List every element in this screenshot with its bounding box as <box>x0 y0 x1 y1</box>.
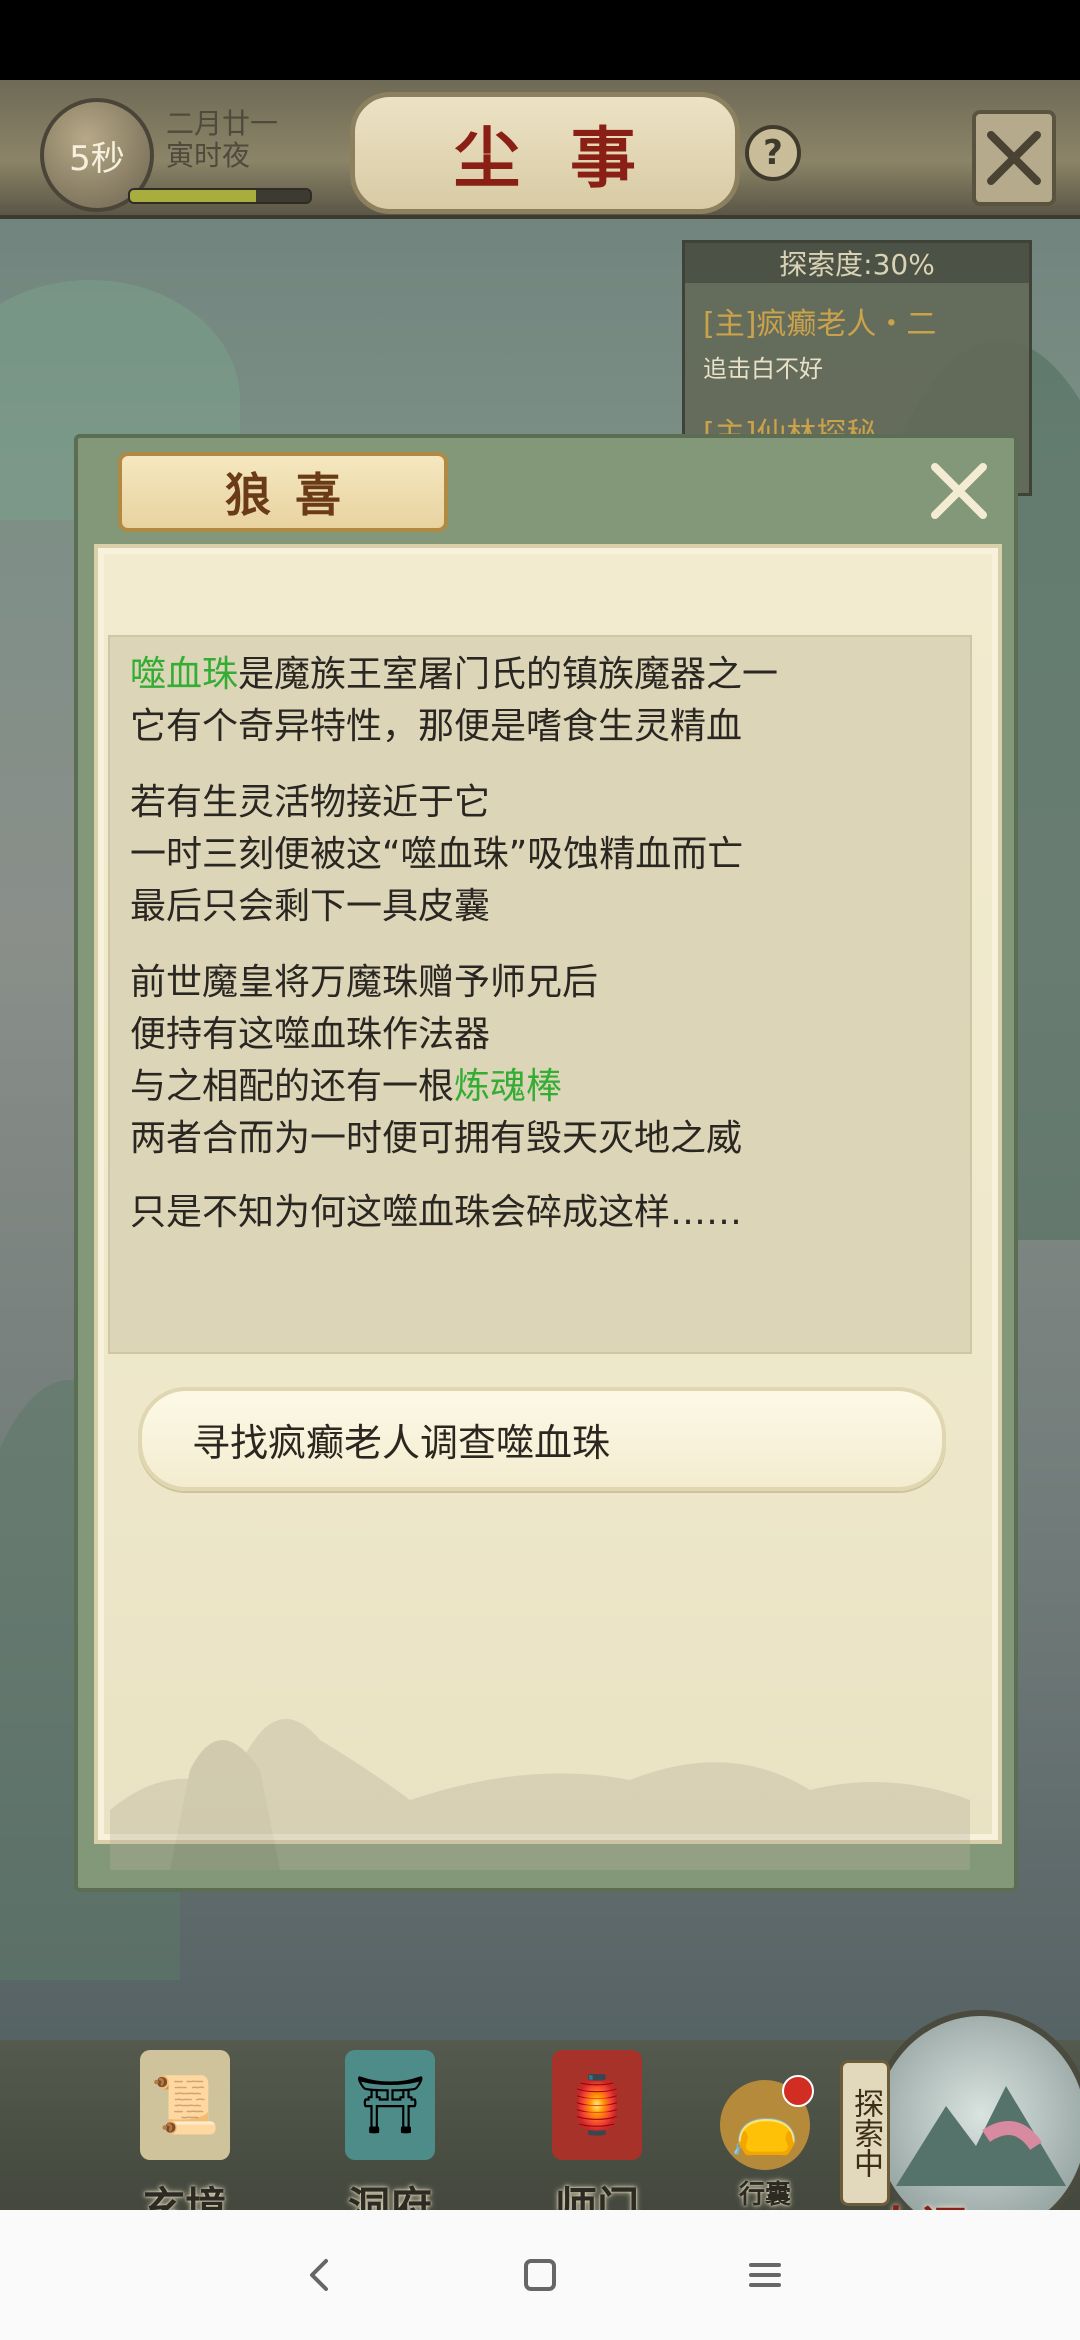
story-paragraph: 噬血珠是魔族王室屠门氏的镇族魔器之一 它有个奇异特性，那便是嗜食生灵精血 <box>130 649 950 753</box>
quest-subtitle: 追击白不好 <box>703 355 823 383</box>
story-line: 只是不知为何这噬血珠会碎成这样…… <box>130 1192 743 1233</box>
nav-label: 洞府 <box>347 2183 432 2210</box>
bottom-navigation: 📜 玄境 ⛩ 洞府 🏮 师门 👝 行囊 探索中 人间 <box>0 2010 1080 2210</box>
header-close-button[interactable] <box>972 110 1056 206</box>
story-line: 便持有这噬血珠作法器 <box>130 1014 491 1055</box>
story-line: 最后只会剩下一具皮囊 <box>130 886 491 927</box>
investigate-choice-button[interactable]: 寻找疯癫老人调查噬血珠 <box>138 1387 946 1491</box>
highlight-term: 噬血珠 <box>130 654 239 695</box>
nav-label: 师门 <box>554 2183 639 2210</box>
nav-label: 行囊 <box>738 2180 791 2210</box>
nav-item-xingnang[interactable]: 👝 行囊 <box>690 2050 840 2210</box>
top-header: 5秒 二月廿一 寅时夜 尘事 ? <box>0 80 1080 219</box>
system-back-button[interactable] <box>285 2240 355 2310</box>
world-landscape-icon <box>896 2086 1066 2186</box>
day-progress-bar <box>128 188 312 204</box>
nav-item-shimen[interactable]: 🏮 师门 <box>522 2050 672 2210</box>
status-bar <box>0 0 1080 80</box>
back-icon <box>310 2259 328 2291</box>
world-map-button[interactable] <box>870 2010 1080 2210</box>
game-date: 二月廿一 寅时夜 <box>166 108 278 172</box>
story-paragraph: 前世魔皇将万魔珠赠予师兄后 便持有这噬血珠作法器 与之相配的还有一根炼魂棒 两者… <box>130 957 950 1165</box>
story-line: 与之相配的还有一根 <box>130 1066 455 1107</box>
quest-title: [主]疯癫老人・二 <box>703 307 937 342</box>
exploring-tag-label: 探索中 <box>848 2088 883 2178</box>
date-day: 二月廿一 <box>166 107 279 140</box>
exploration-progress-label: 探索度:30% <box>779 248 935 281</box>
system-menu-button[interactable] <box>730 2240 800 2310</box>
dialog-title-plaque: 狼喜 <box>118 452 448 532</box>
nav-item-dongfu[interactable]: ⛩ 洞府 <box>315 2050 465 2210</box>
menu-icon <box>749 2263 781 2287</box>
title-plaque: 尘事 <box>350 92 740 214</box>
highlight-term: 炼魂棒 <box>454 1066 563 1107</box>
timer-label: 5秒 <box>69 138 125 179</box>
story-line: 是魔族王室屠门氏的镇族魔器之一 <box>238 654 779 695</box>
dialog-title: 狼喜 <box>225 468 365 522</box>
system-home-button[interactable] <box>505 2240 575 2310</box>
game-viewport: 5秒 二月廿一 寅时夜 尘事 ? 探索度:30% [主]疯癫老人・二 追击白不好 <box>0 80 1080 2210</box>
notification-dot <box>782 2075 814 2107</box>
landscape-decoration <box>110 1718 970 1870</box>
page-title: 尘事 <box>454 119 686 197</box>
story-line: 若有生灵活物接近于它 <box>130 782 491 823</box>
quest-item[interactable]: [主]疯癫老人・二 追击白不好 <box>703 299 1013 384</box>
date-time: 寅时夜 <box>166 139 251 172</box>
close-icon <box>987 131 1041 185</box>
world-label: 人间 <box>872 2190 968 2210</box>
story-paragraph: 只是不知为何这噬血珠会碎成这样…… <box>130 1187 950 1239</box>
story-line: 两者合而为一时便可拥有毁天灭地之威 <box>130 1118 743 1159</box>
story-line: 一时三刻便被这“噬血珠”吸蚀精血而亡 <box>130 834 744 875</box>
home-icon <box>524 2259 556 2291</box>
exploring-tag: 探索中 <box>840 2060 890 2206</box>
story-line: 它有个奇异特性，那便是嗜食生灵精血 <box>130 706 743 747</box>
help-button[interactable]: ? <box>745 125 801 181</box>
close-icon <box>931 463 987 519</box>
scroll-icon: 📜 <box>140 2050 230 2160</box>
nav-label: 玄境 <box>142 2183 227 2210</box>
story-text-box: 噬血珠是魔族王室屠门氏的镇族魔器之一 它有个奇异特性，那便是嗜食生灵精血 若有生… <box>108 635 972 1354</box>
choice-label: 寻找疯癫老人调查噬血珠 <box>192 1420 611 1465</box>
dialog-close-button[interactable] <box>918 450 1000 532</box>
help-icon: ? <box>763 133 783 173</box>
system-navigation-bar <box>0 2210 1080 2340</box>
banner-icon: 🏮 <box>552 2050 642 2160</box>
story-paragraph: 若有生灵活物接近于它 一时三刻便被这“噬血珠”吸蚀精血而亡 最后只会剩下一具皮囊 <box>130 777 950 933</box>
story-line: 前世魔皇将万魔珠赠予师兄后 <box>130 962 599 1003</box>
nav-item-xuanjing[interactable]: 📜 玄境 <box>110 2050 260 2210</box>
exploration-progress: 探索度:30% <box>685 243 1029 283</box>
pavilion-icon: ⛩ <box>345 2050 435 2160</box>
day-progress-fill <box>130 190 256 202</box>
